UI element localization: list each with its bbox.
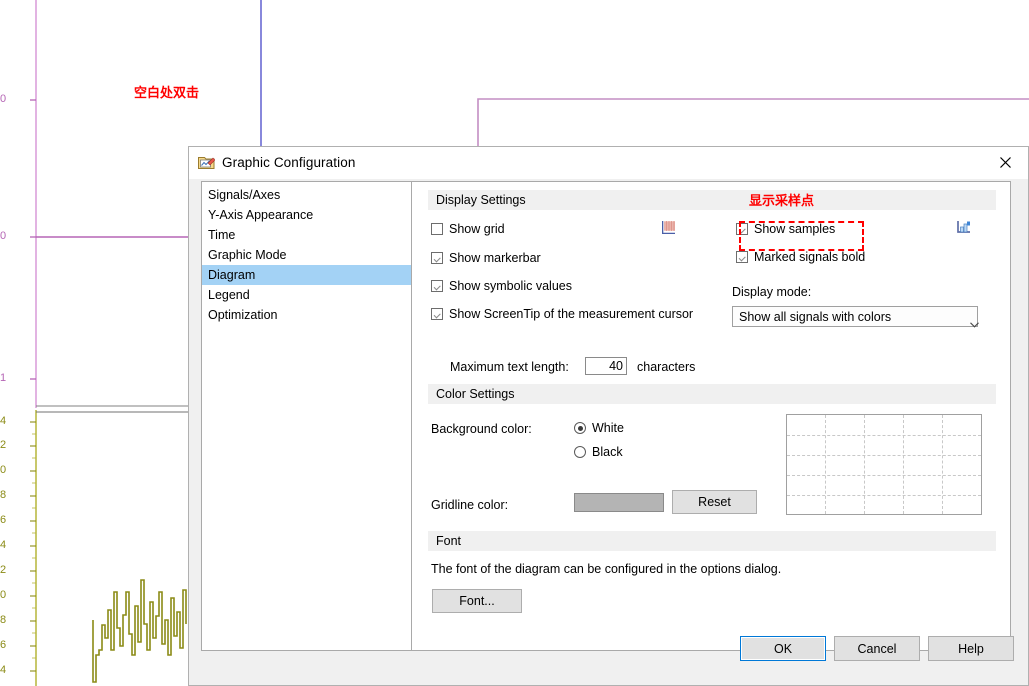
reset-button[interactable]: Reset [672, 490, 757, 514]
nav-label: Y-Axis Appearance [208, 208, 314, 222]
bottom-axis-tick-7: 0 [0, 589, 7, 601]
bottom-axis-tick-0: 4 [0, 415, 7, 427]
show-samples-label: Show samples [754, 222, 836, 236]
black-label: Black [592, 445, 623, 459]
background-black-radio[interactable]: Black [574, 445, 623, 459]
display-settings-header: Display Settings [428, 190, 996, 210]
sidebar-item-graphic-mode[interactable]: Graphic Mode [202, 245, 417, 265]
bottom-axis-tick-1: 2 [0, 439, 7, 451]
cancel-button[interactable]: Cancel [834, 636, 920, 661]
grid-preview-box [786, 414, 982, 515]
samples-chart-icon[interactable] [957, 220, 971, 236]
marked-signals-bold-checkbox[interactable]: Marked signals bold [736, 250, 865, 264]
show-markerbar-label: Show markerbar [449, 251, 541, 265]
show-screentip-checkbox[interactable]: Show ScreenTip of the measurement cursor [431, 307, 693, 321]
show-grid-label: Show grid [449, 222, 505, 236]
checkbox-box [431, 280, 443, 292]
gridline-color-swatch[interactable] [574, 493, 664, 512]
background-white-radio[interactable]: White [574, 421, 624, 435]
annotation-blank-dblclick: 空白处双击 [134, 86, 200, 101]
marked-signals-bold-label: Marked signals bold [754, 250, 866, 264]
show-samples-checkbox[interactable]: Show samples [736, 222, 835, 236]
sidebar-item-time[interactable]: Time [202, 225, 417, 245]
show-screentip-label: Show ScreenTip of the measurement cursor [449, 307, 694, 321]
diagram-settings-panel: Display Settings Show grid Show markerba… [411, 181, 1011, 651]
show-markerbar-checkbox[interactable]: Show markerbar [431, 251, 541, 265]
show-symbolic-values-label: Show symbolic values [449, 279, 572, 293]
font-settings-header: Font [428, 531, 996, 551]
checkbox-box [736, 223, 748, 235]
display-mode-value: Show all signals with colors [739, 309, 892, 324]
help-button[interactable]: Help [928, 636, 1014, 661]
color-settings-header: Color Settings [428, 384, 996, 404]
background-color-label: Background color: [431, 422, 532, 436]
nav-label: Optimization [208, 308, 278, 322]
graphic-config-icon [198, 155, 216, 170]
bottom-axis-tick-5: 4 [0, 539, 7, 551]
bottom-axis-tick-10: 4 [0, 664, 7, 676]
top-axis-tick-0: 0 [0, 93, 7, 105]
display-mode-label: Display mode: [732, 285, 812, 299]
bottom-axis-tick-6: 2 [0, 564, 7, 576]
bottom-axis-tick-8: 8 [0, 614, 7, 626]
show-symbolic-values-checkbox[interactable]: Show symbolic values [431, 279, 572, 293]
max-text-length-label: Maximum text length: [450, 360, 569, 374]
show-grid-checkbox[interactable]: Show grid [431, 222, 505, 236]
grid-preview-icon[interactable] [661, 221, 675, 237]
bottom-axis-tick-3: 8 [0, 489, 7, 501]
nav-label: Signals/Axes [208, 188, 281, 202]
radio-dot [574, 446, 586, 458]
bottom-axis-tick-2: 0 [0, 464, 7, 476]
settings-category-list[interactable]: Signals/Axes Y-Axis Appearance Time Grap… [201, 181, 418, 651]
graphic-configuration-dialog: Graphic Configuration Signals/Axes Y-Axi… [188, 146, 1029, 686]
white-label: White [592, 421, 624, 435]
checkbox-box [431, 223, 443, 235]
dialog-title: Graphic Configuration [222, 155, 356, 170]
font-button[interactable]: Font... [432, 589, 522, 613]
bottom-axis-tick-4: 6 [0, 514, 7, 526]
radio-dot [574, 422, 586, 434]
close-icon[interactable] [982, 147, 1028, 177]
nav-label: Diagram [208, 268, 256, 282]
top-axis-tick-1: 0 [0, 230, 7, 242]
checkbox-box [736, 251, 748, 263]
dialog-titlebar: Graphic Configuration [189, 147, 1028, 179]
sidebar-item-y-axis-appearance[interactable]: Y-Axis Appearance [202, 205, 417, 225]
sidebar-item-signals-axes[interactable]: Signals/Axes [202, 185, 417, 205]
max-text-length-unit: characters [637, 360, 696, 374]
checkbox-box [431, 308, 443, 320]
annotation-show-samples: 显示采样点 [749, 194, 815, 209]
font-description: The font of the diagram can be configure… [431, 562, 782, 576]
ok-button[interactable]: OK [740, 636, 826, 661]
sidebar-item-legend[interactable]: Legend [202, 285, 417, 305]
checkbox-box [431, 252, 443, 264]
dialog-footer: OK Cancel Help [189, 636, 1028, 685]
nav-label: Graphic Mode [208, 248, 287, 262]
display-mode-select[interactable]: Show all signals with colors [732, 306, 979, 328]
top-axis-tick-2: 1 [0, 372, 7, 384]
sidebar-item-diagram[interactable]: Diagram [202, 265, 417, 285]
max-text-length-input[interactable]: 40 [585, 357, 627, 375]
bottom-axis-tick-9: 6 [0, 639, 7, 651]
nav-label: Time [208, 228, 236, 242]
gridline-color-label: Gridline color: [431, 498, 509, 512]
sidebar-item-optimization[interactable]: Optimization [202, 305, 417, 325]
nav-label: Legend [208, 288, 250, 302]
